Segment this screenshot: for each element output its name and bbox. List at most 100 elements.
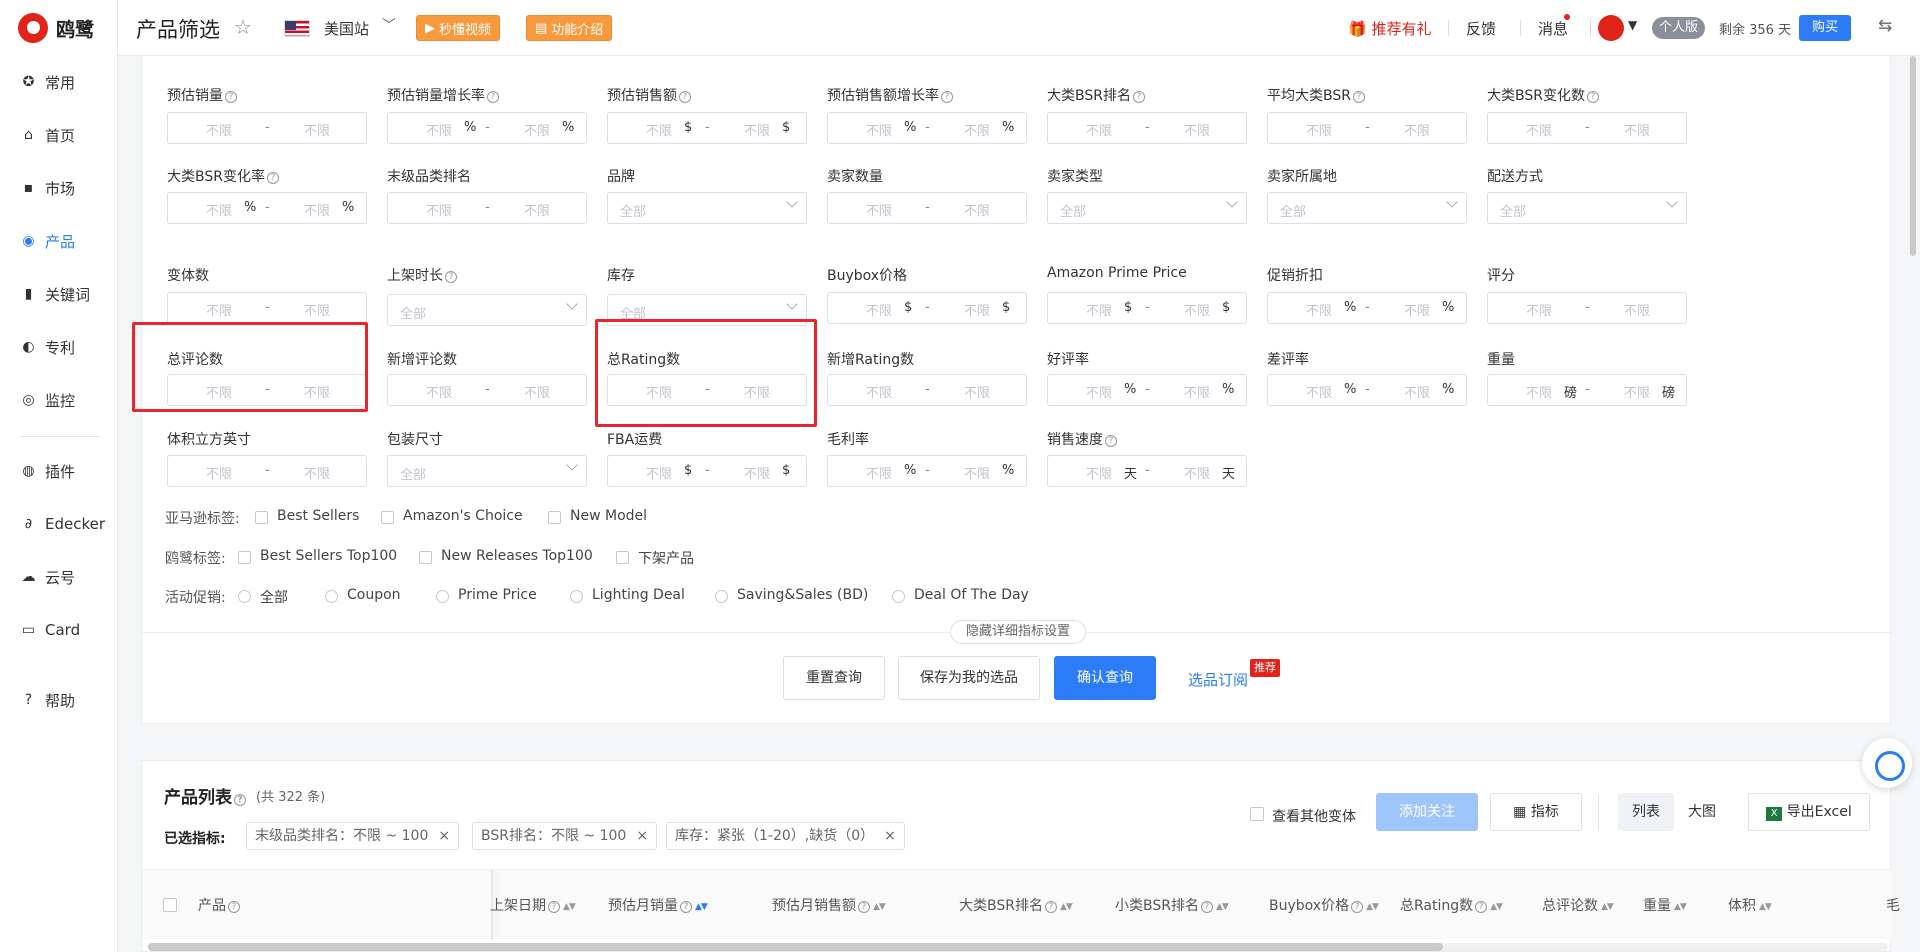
option-label[interactable]: Deal Of The Day <box>914 587 1029 603</box>
range-min-input[interactable]: 不限 <box>866 200 892 219</box>
range-input-18[interactable]: 不限 $ - 不限 $ <box>1047 292 1247 324</box>
range-input-20[interactable]: 不限 - 不限 <box>1487 292 1687 324</box>
checkbox-amazon-tags-1[interactable] <box>381 511 394 524</box>
range-input-27[interactable]: 不限磅 - 不限磅 <box>1487 374 1687 406</box>
checkbox-amazon-tags-2[interactable] <box>548 511 561 524</box>
range-min-input[interactable]: 不限 <box>1526 300 1552 319</box>
checkbox-oulu-tags-1[interactable] <box>419 551 432 564</box>
view-list-tab[interactable]: 列表 <box>1618 793 1674 831</box>
sort-icon[interactable]: ▲▼ <box>1060 902 1073 912</box>
column-header[interactable]: 预估月销售额? ▲▼ <box>772 895 886 915</box>
range-min-input[interactable]: 不限 <box>1086 382 1112 401</box>
option-label[interactable]: Prime Price <box>458 587 537 603</box>
range-max-input[interactable]: 不限 <box>524 200 550 219</box>
sidebar-item-10[interactable]: ▭ Card <box>0 610 118 650</box>
sidebar-item-0[interactable]: ✪ 常用 <box>0 62 118 102</box>
add-follow-button[interactable]: 添加关注 <box>1376 793 1478 831</box>
range-max-input[interactable]: 不限 <box>304 200 330 219</box>
column-header[interactable]: 产品? <box>198 895 240 915</box>
range-max-input[interactable]: 不限 <box>1184 463 1210 482</box>
sort-icon[interactable]: ▲▼ <box>563 902 576 912</box>
sidebar-item-1[interactable]: ⌂ 首页 <box>0 115 118 155</box>
option-label[interactable]: Best Sellers <box>277 508 359 524</box>
range-input-7[interactable]: 不限% - 不限% <box>167 192 367 224</box>
site-selector[interactable]: 美国站 <box>324 18 369 39</box>
range-min-input[interactable]: 不限 <box>866 463 892 482</box>
range-input-5[interactable]: 不限 - 不限 <box>1267 112 1467 144</box>
video-button[interactable]: ▶ 秒懂视频 <box>416 15 501 41</box>
range-input-30[interactable]: 不限 $ - 不限 $ <box>607 455 807 487</box>
range-max-input[interactable]: 不限 <box>744 120 770 139</box>
range-max-input[interactable]: 不限 <box>964 382 990 401</box>
range-input-26[interactable]: 不限% - 不限% <box>1267 374 1467 406</box>
range-max-input[interactable]: 不限 <box>964 200 990 219</box>
range-max-input[interactable]: 不限 <box>1624 120 1650 139</box>
range-max-input[interactable]: 不限 <box>524 120 550 139</box>
range-min-input[interactable]: 不限 <box>866 382 892 401</box>
range-min-input[interactable]: 不限 <box>1526 120 1552 139</box>
sidebar-item-11[interactable]: ? 帮助 <box>0 680 118 720</box>
favorite-star-icon[interactable]: ☆ <box>234 15 252 39</box>
sort-icon[interactable]: ▲▼ <box>1674 902 1687 912</box>
select-13[interactable]: 全部 <box>1487 192 1687 224</box>
range-min-input[interactable]: 不限 <box>866 120 892 139</box>
save-selection-button[interactable]: 保存为我的选品 <box>898 656 1040 700</box>
caret-down-icon[interactable]: ▼ <box>1628 18 1637 32</box>
help-icon[interactable]: ? <box>1475 901 1488 913</box>
help-icon[interactable]: ? <box>1200 901 1213 913</box>
option-label[interactable]: Amazon's Choice <box>403 508 523 524</box>
subscribe-link[interactable]: 选品订阅 <box>1188 669 1248 690</box>
range-max-input[interactable]: 不限 <box>1184 120 1210 139</box>
help-icon[interactable]: ? <box>1352 91 1365 103</box>
radio-promo-opts-2[interactable] <box>436 590 449 603</box>
sidebar-item-4[interactable]: ▮ 关键词 <box>0 274 118 314</box>
help-icon[interactable]: ? <box>228 901 240 913</box>
help-icon[interactable]: ? <box>1351 901 1364 913</box>
range-input-8[interactable]: 不限 - 不限 <box>387 192 587 224</box>
close-icon[interactable]: × <box>884 828 896 844</box>
range-min-input[interactable]: 不限 <box>1086 120 1112 139</box>
sidebar-item-5[interactable]: ◐ 专利 <box>0 327 118 367</box>
option-label[interactable]: 全部 <box>260 587 288 607</box>
option-label[interactable]: 下架产品 <box>638 548 694 568</box>
sidebar-item-3[interactable]: ◉ 产品 <box>0 221 118 261</box>
feedback-link[interactable]: 反馈 <box>1466 18 1496 39</box>
column-header[interactable]: 小类BSR排名? ▲▼ <box>1115 895 1229 915</box>
range-input-19[interactable]: 不限% - 不限% <box>1267 292 1467 324</box>
other-variants-checkbox[interactable] <box>1250 807 1264 821</box>
range-max-input[interactable]: 不限 <box>1184 382 1210 401</box>
help-icon[interactable]: ? <box>548 901 560 913</box>
metrics-button[interactable]: ▦ 指标 <box>1490 793 1582 831</box>
sort-icon[interactable]: ▲▼ <box>1366 902 1379 912</box>
range-max-input[interactable]: 不限 <box>1404 382 1430 401</box>
range-max-input[interactable]: 不限 <box>304 300 330 319</box>
option-label[interactable]: Saving&Sales (BD) <box>737 587 868 603</box>
sort-icon[interactable]: ▲▼ <box>1759 902 1772 912</box>
option-label[interactable]: Lighting Deal <box>592 587 685 603</box>
column-header[interactable]: 毛 <box>1886 895 1900 915</box>
range-min-input[interactable]: 不限 <box>646 463 672 482</box>
radio-promo-opts-5[interactable] <box>892 590 905 603</box>
checkbox-amazon-tags-0[interactable] <box>255 511 268 524</box>
range-max-input[interactable]: 不限 <box>1184 300 1210 319</box>
chevron-down-icon[interactable]: ﹀ <box>382 15 396 35</box>
range-input-32[interactable]: 不限天 - 不限天 <box>1047 455 1247 487</box>
range-input-31[interactable]: 不限% - 不限% <box>827 455 1027 487</box>
select-all-checkbox[interactable] <box>163 898 177 912</box>
range-max-input[interactable]: 不限 <box>1624 300 1650 319</box>
range-max-input[interactable]: 不限 <box>744 463 770 482</box>
close-icon[interactable]: × <box>636 828 648 844</box>
range-min-input[interactable]: 不限 <box>206 200 232 219</box>
range-min-input[interactable]: 不限 <box>866 300 892 319</box>
range-input-24[interactable]: 不限 - 不限 <box>827 374 1027 406</box>
range-input-14[interactable]: 不限 - 不限 <box>167 292 367 324</box>
range-input-10[interactable]: 不限 - 不限 <box>827 192 1027 224</box>
range-min-input[interactable]: 不限 <box>1086 300 1112 319</box>
help-icon[interactable]: ? <box>1044 901 1057 913</box>
range-max-input[interactable]: 不限 <box>964 120 990 139</box>
intro-button[interactable]: ▤ 功能介绍 <box>526 15 613 41</box>
range-input-0[interactable]: 不限 - 不限 <box>167 112 367 144</box>
radio-promo-opts-4[interactable] <box>715 590 728 603</box>
help-icon[interactable]: ? <box>445 271 457 283</box>
range-min-input[interactable]: 不限 <box>1306 382 1332 401</box>
